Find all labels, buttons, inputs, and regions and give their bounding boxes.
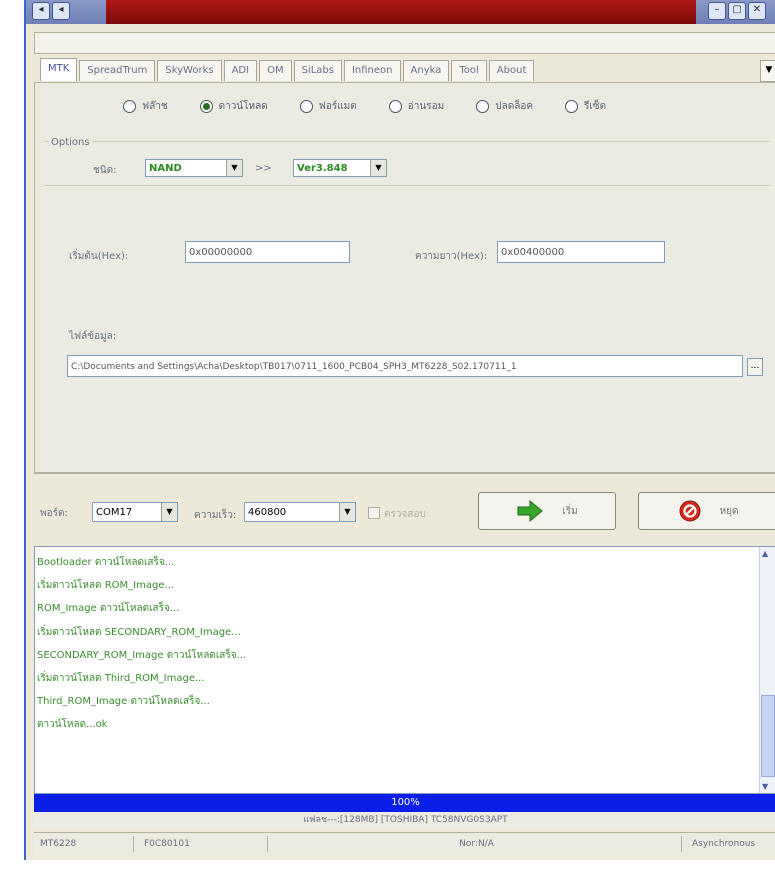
tab-adi[interactable]: ADI [223,60,258,81]
type-select-value: NAND [149,163,182,174]
status-id: F0C80101 [138,836,268,852]
log-line: ดาวน์โหลด...ok [37,719,108,731]
divider [45,185,770,186]
status-bar: MT6228 F0C80101 Nor:N/A Asynchronous [34,832,775,855]
radio-reset[interactable]: รีเซ็ต [565,99,606,114]
start-address-input[interactable]: 0x00000000 [185,241,350,263]
version-select[interactable]: Ver3.848 ▼ [293,159,387,177]
options-legend: Options [49,137,92,148]
stop-button[interactable]: หยุด [638,492,775,530]
tab-silabs[interactable]: SiLabs [293,60,342,81]
port-label: พอร์ต: [40,508,68,519]
tab-about[interactable]: About [488,60,535,81]
arrows-label: >> [255,163,272,174]
tab-spreadtrum[interactable]: SpreadTrum [79,60,156,81]
progress-label: 100% [391,797,420,808]
radio-dot [565,100,579,113]
scroll-down-icon[interactable]: ▼ [762,782,768,791]
scroll-thumb[interactable] [761,695,775,777]
chevron-down-icon[interactable]: ▼ [339,503,355,521]
chevron-down-icon[interactable]: ▼ [161,503,177,521]
radio-format[interactable]: ฟอร์แมต [299,99,357,114]
baud-select[interactable]: 460800 ▼ [244,502,356,522]
port-select-value: COM17 [96,507,133,518]
progress-bar: 100% [34,794,775,812]
radio-dot [299,100,313,113]
arrow-right-icon [517,500,544,522]
chevron-down-icon[interactable]: ▼ [370,160,386,176]
mode-radio-group: ฟล๊าช ดาวน์โหลด ฟอร์แมต อ่านรอม ปลดล็อค … [123,99,606,114]
version-select-value: Ver3.848 [297,163,348,174]
file-label: ไฟล์ข้อมูล: [69,331,117,342]
log-scrollbar[interactable]: ▲ ▼ [759,547,775,793]
port-select[interactable]: COM17 ▼ [92,502,178,522]
close-icon[interactable]: ✕ [748,2,766,20]
menu-strip [34,32,775,54]
flash-info: แฟลช---:[128MB] [TOSHIBA] TC58NVG0S3APT [34,812,775,828]
radio-label: อ่านรอม [407,101,445,112]
tab-anyka[interactable]: Anyka [402,60,450,81]
tab-strip: MTK SpreadTrum SkyWorks ADI OM SiLabs In… [40,58,536,82]
radio-dot [199,100,213,113]
type-label: ชนิด: [93,165,117,176]
radio-dot [123,100,136,113]
type-select[interactable]: NAND ▼ [145,159,243,177]
status-chip: MT6228 [34,836,134,852]
stop-icon [679,500,701,522]
length-label: ความยาว(Hex): [415,251,488,262]
log-line: เริ่มดาวน์โหลด SECONDARY_ROM_Image... [37,626,241,638]
app-window: ◂ ◂ – ▢ ✕ MTK SpreadTrum SkyWorks ADI OM… [24,0,775,860]
log-line: SECONDARY_ROM_Image ดาวน์โหลดเสร็จ... [37,649,247,661]
title-bar: ◂ ◂ – ▢ ✕ [26,0,775,24]
start-address-label: เริ่มต้น(Hex): [69,251,129,262]
stop-button-label: หยุด [719,505,739,517]
log-line: ROM_Image ดาวน์โหลดเสร็จ... [37,603,180,615]
log-line: เริ่มดาวน์โหลด ROM_Image... [37,580,175,592]
log-line: Third_ROM_Image ดาวน์โหลดเสร็จ... [37,696,210,708]
radio-download[interactable]: ดาวน์โหลด [199,99,268,114]
tab-skyworks[interactable]: SkyWorks [157,60,222,81]
status-mode: Asynchronous [692,839,756,849]
file-path-input[interactable]: C:\Documents and Settings\Acha\Desktop\T… [67,355,743,377]
radio-read-rom[interactable]: อ่านรอม [388,99,445,114]
title-strip [106,0,696,24]
length-input[interactable]: 0x00400000 [497,241,665,263]
tab-infineon[interactable]: Infineon [343,60,401,81]
separator [34,472,775,473]
radio-label: ฟล๊าช [142,101,168,112]
chevron-down-icon[interactable]: ▼ [226,160,242,176]
radio-label: ฟอร์แมต [318,101,357,112]
tab-om[interactable]: OM [259,60,292,81]
radio-unlock[interactable]: ปลดล็อค [476,99,533,114]
start-button-label: เริ่ม [562,505,578,517]
log-output[interactable]: Bootloader ดาวน์โหลดเสร็จ... เริ่มดาวน์โ… [34,546,775,794]
tab-mtk[interactable]: MTK [40,58,78,81]
tab-dropdown-icon[interactable]: ▼ [760,60,775,82]
window-menu-icon[interactable]: ◂ [32,2,50,20]
baud-select-value: 460800 [248,507,287,518]
browse-button[interactable]: … [747,358,763,376]
radio-label: ดาวน์โหลด [218,101,268,112]
log-line: Bootloader ดาวน์โหลดเสร็จ... [37,557,175,568]
verify-label: ตรวจสอบ [384,509,426,520]
radio-dot [388,100,402,113]
window-back-icon[interactable]: ◂ [52,2,70,20]
radio-flash[interactable]: ฟล๊าช [123,99,168,114]
minimize-icon[interactable]: – [708,2,726,20]
status-nor: Nor:N/A [272,836,682,852]
radio-dot [476,100,490,113]
radio-label: ปลดล็อค [495,101,534,112]
start-button[interactable]: เริ่ม [478,492,616,530]
baud-label: ความเร็ว: [194,510,237,521]
maximize-icon[interactable]: ▢ [728,2,746,20]
log-line: เริ่มดาวน์โหลด Third_ROM_Image... [37,672,205,684]
scroll-up-icon[interactable]: ▲ [762,549,768,558]
tab-tool[interactable]: Tool [451,60,487,81]
radio-label: รีเซ็ต [584,101,607,112]
verify-checkbox[interactable] [368,507,380,519]
mtk-panel: ฟล๊าช ดาวน์โหลด ฟอร์แมต อ่านรอม ปลดล็อค … [34,82,775,474]
